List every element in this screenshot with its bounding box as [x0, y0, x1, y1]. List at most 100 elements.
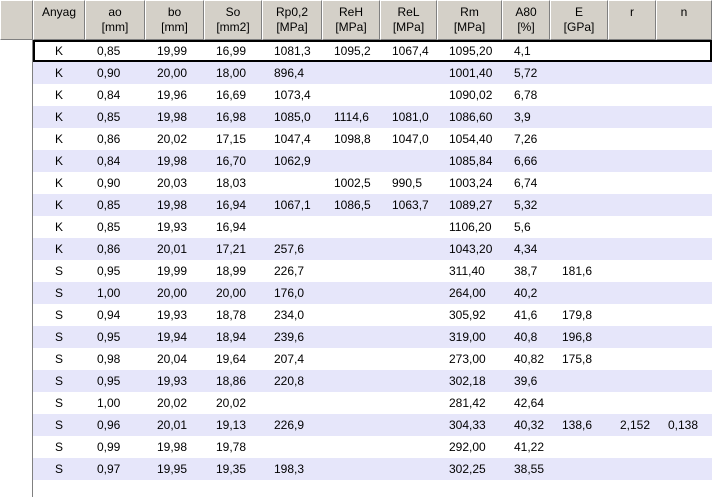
table-cell[interactable]: 20,02: [145, 392, 204, 414]
table-row[interactable]: K 0,90 20,03 18,03 1002,5 990,5 1003,24 6,74: [33, 172, 712, 194]
table-cell[interactable]: K: [33, 238, 85, 260]
table-cell[interactable]: [656, 260, 712, 282]
table-cell[interactable]: [608, 128, 656, 150]
table-cell[interactable]: [656, 436, 712, 458]
table-cell[interactable]: 41,22: [502, 436, 550, 458]
table-cell[interactable]: S: [33, 414, 85, 436]
table-cell[interactable]: 18,03: [204, 172, 262, 194]
table-cell[interactable]: 19,35: [204, 458, 262, 480]
table-cell[interactable]: 4,34: [502, 238, 550, 260]
table-cell[interactable]: S: [33, 436, 85, 458]
table-cell[interactable]: 19,98: [145, 436, 204, 458]
table-cell[interactable]: [608, 106, 656, 128]
table-cell[interactable]: 0,94: [85, 304, 145, 326]
table-cell[interactable]: 198,3: [262, 458, 322, 480]
table-cell[interactable]: [380, 458, 437, 480]
table-cell[interactable]: K: [33, 172, 85, 194]
table-cell[interactable]: 1001,40: [437, 62, 502, 84]
table-cell[interactable]: 1054,40: [437, 128, 502, 150]
table-cell[interactable]: [608, 304, 656, 326]
table-cell[interactable]: [656, 370, 712, 392]
table-cell[interactable]: [550, 194, 608, 216]
table-cell[interactable]: 18,78: [204, 304, 262, 326]
table-cell[interactable]: 1002,5: [322, 172, 380, 194]
table-cell[interactable]: [656, 40, 712, 62]
table-cell[interactable]: 1,00: [85, 282, 145, 304]
table-cell[interactable]: 273,00: [437, 348, 502, 370]
table-cell[interactable]: K: [33, 150, 85, 172]
table-cell[interactable]: 896,4: [262, 62, 322, 84]
table-cell[interactable]: 1085,0: [262, 106, 322, 128]
table-row[interactable]: S 1,00 20,00 20,00 176,0 264,00 40,2: [33, 282, 712, 304]
table-cell[interactable]: 302,25: [437, 458, 502, 480]
table-cell[interactable]: [262, 216, 322, 238]
table-cell[interactable]: [262, 172, 322, 194]
table-cell[interactable]: 20,00: [204, 282, 262, 304]
table-cell[interactable]: 19,93: [145, 216, 204, 238]
table-cell[interactable]: [322, 62, 380, 84]
table-cell[interactable]: [550, 458, 608, 480]
table-cell[interactable]: [322, 282, 380, 304]
table-cell[interactable]: 17,21: [204, 238, 262, 260]
table-cell[interactable]: S: [33, 304, 85, 326]
table-cell[interactable]: 40,2: [502, 282, 550, 304]
table-cell[interactable]: [550, 436, 608, 458]
table-row[interactable]: S 0,98 20,04 19,64 207,4 273,00 40,82 175,8: [33, 348, 712, 370]
table-cell[interactable]: 20,02: [145, 128, 204, 150]
table-row[interactable]: K 0,90 20,00 18,00 896,4 1001,40 5,72: [33, 62, 712, 84]
table-cell[interactable]: 18,00: [204, 62, 262, 84]
table-cell[interactable]: [322, 414, 380, 436]
table-row[interactable]: S 0,94 19,93 18,78 234,0 305,92 41,6 179,8: [33, 304, 712, 326]
table-row[interactable]: K 0,86 20,02 17,15 1047,4 1098,8 1047,0 1054,40…: [33, 128, 712, 150]
table-cell[interactable]: 292,00: [437, 436, 502, 458]
table-cell[interactable]: 1063,7: [380, 194, 437, 216]
table-cell[interactable]: 319,00: [437, 326, 502, 348]
table-cell[interactable]: [656, 172, 712, 194]
table-cell[interactable]: [322, 458, 380, 480]
table-cell[interactable]: [550, 282, 608, 304]
table-cell[interactable]: 1086,5: [322, 194, 380, 216]
table-cell[interactable]: [656, 62, 712, 84]
table-cell[interactable]: S: [33, 260, 85, 282]
table-cell[interactable]: 1085,84: [437, 150, 502, 172]
table-row[interactable]: S 0,95 19,99 18,99 226,7 311,40 38,7 181,6: [33, 260, 712, 282]
table-cell[interactable]: [608, 436, 656, 458]
table-cell[interactable]: [656, 238, 712, 260]
table-cell[interactable]: 1081,0: [380, 106, 437, 128]
table-cell[interactable]: 20,01: [145, 238, 204, 260]
table-cell[interactable]: [656, 282, 712, 304]
column-header[interactable]: ReL [MPa]: [380, 0, 437, 40]
table-cell[interactable]: [608, 238, 656, 260]
table-cell[interactable]: 0,90: [85, 172, 145, 194]
table-cell[interactable]: [656, 106, 712, 128]
table-cell[interactable]: 16,94: [204, 194, 262, 216]
table-cell[interactable]: [550, 392, 608, 414]
table-cell[interactable]: 0,96: [85, 414, 145, 436]
table-cell[interactable]: S: [33, 392, 85, 414]
table-cell[interactable]: [550, 370, 608, 392]
table-cell[interactable]: 234,0: [262, 304, 322, 326]
table-cell[interactable]: 1062,9: [262, 150, 322, 172]
table-cell[interactable]: 41,6: [502, 304, 550, 326]
table-cell[interactable]: K: [33, 128, 85, 150]
column-header[interactable]: r: [608, 0, 656, 40]
table-cell[interactable]: [322, 304, 380, 326]
table-cell[interactable]: [380, 392, 437, 414]
table-cell[interactable]: 19,96: [145, 84, 204, 106]
table-cell[interactable]: 138,6: [550, 414, 608, 436]
column-header[interactable]: Anyag: [33, 0, 85, 40]
table-cell[interactable]: [656, 150, 712, 172]
table-cell[interactable]: 0,85: [85, 106, 145, 128]
table-cell[interactable]: 0,97: [85, 458, 145, 480]
table-cell[interactable]: K: [33, 84, 85, 106]
table-cell[interactable]: 38,7: [502, 260, 550, 282]
table-cell[interactable]: 0,84: [85, 150, 145, 172]
table-cell[interactable]: 5,6: [502, 216, 550, 238]
table-cell[interactable]: 19,78: [204, 436, 262, 458]
table-cell[interactable]: 0,95: [85, 370, 145, 392]
table-row[interactable]: K 0,84 19,98 16,70 1062,9 1085,84 6,66: [33, 150, 712, 172]
table-cell[interactable]: 257,6: [262, 238, 322, 260]
table-cell[interactable]: 42,64: [502, 392, 550, 414]
table-cell[interactable]: [608, 62, 656, 84]
table-cell[interactable]: [322, 348, 380, 370]
